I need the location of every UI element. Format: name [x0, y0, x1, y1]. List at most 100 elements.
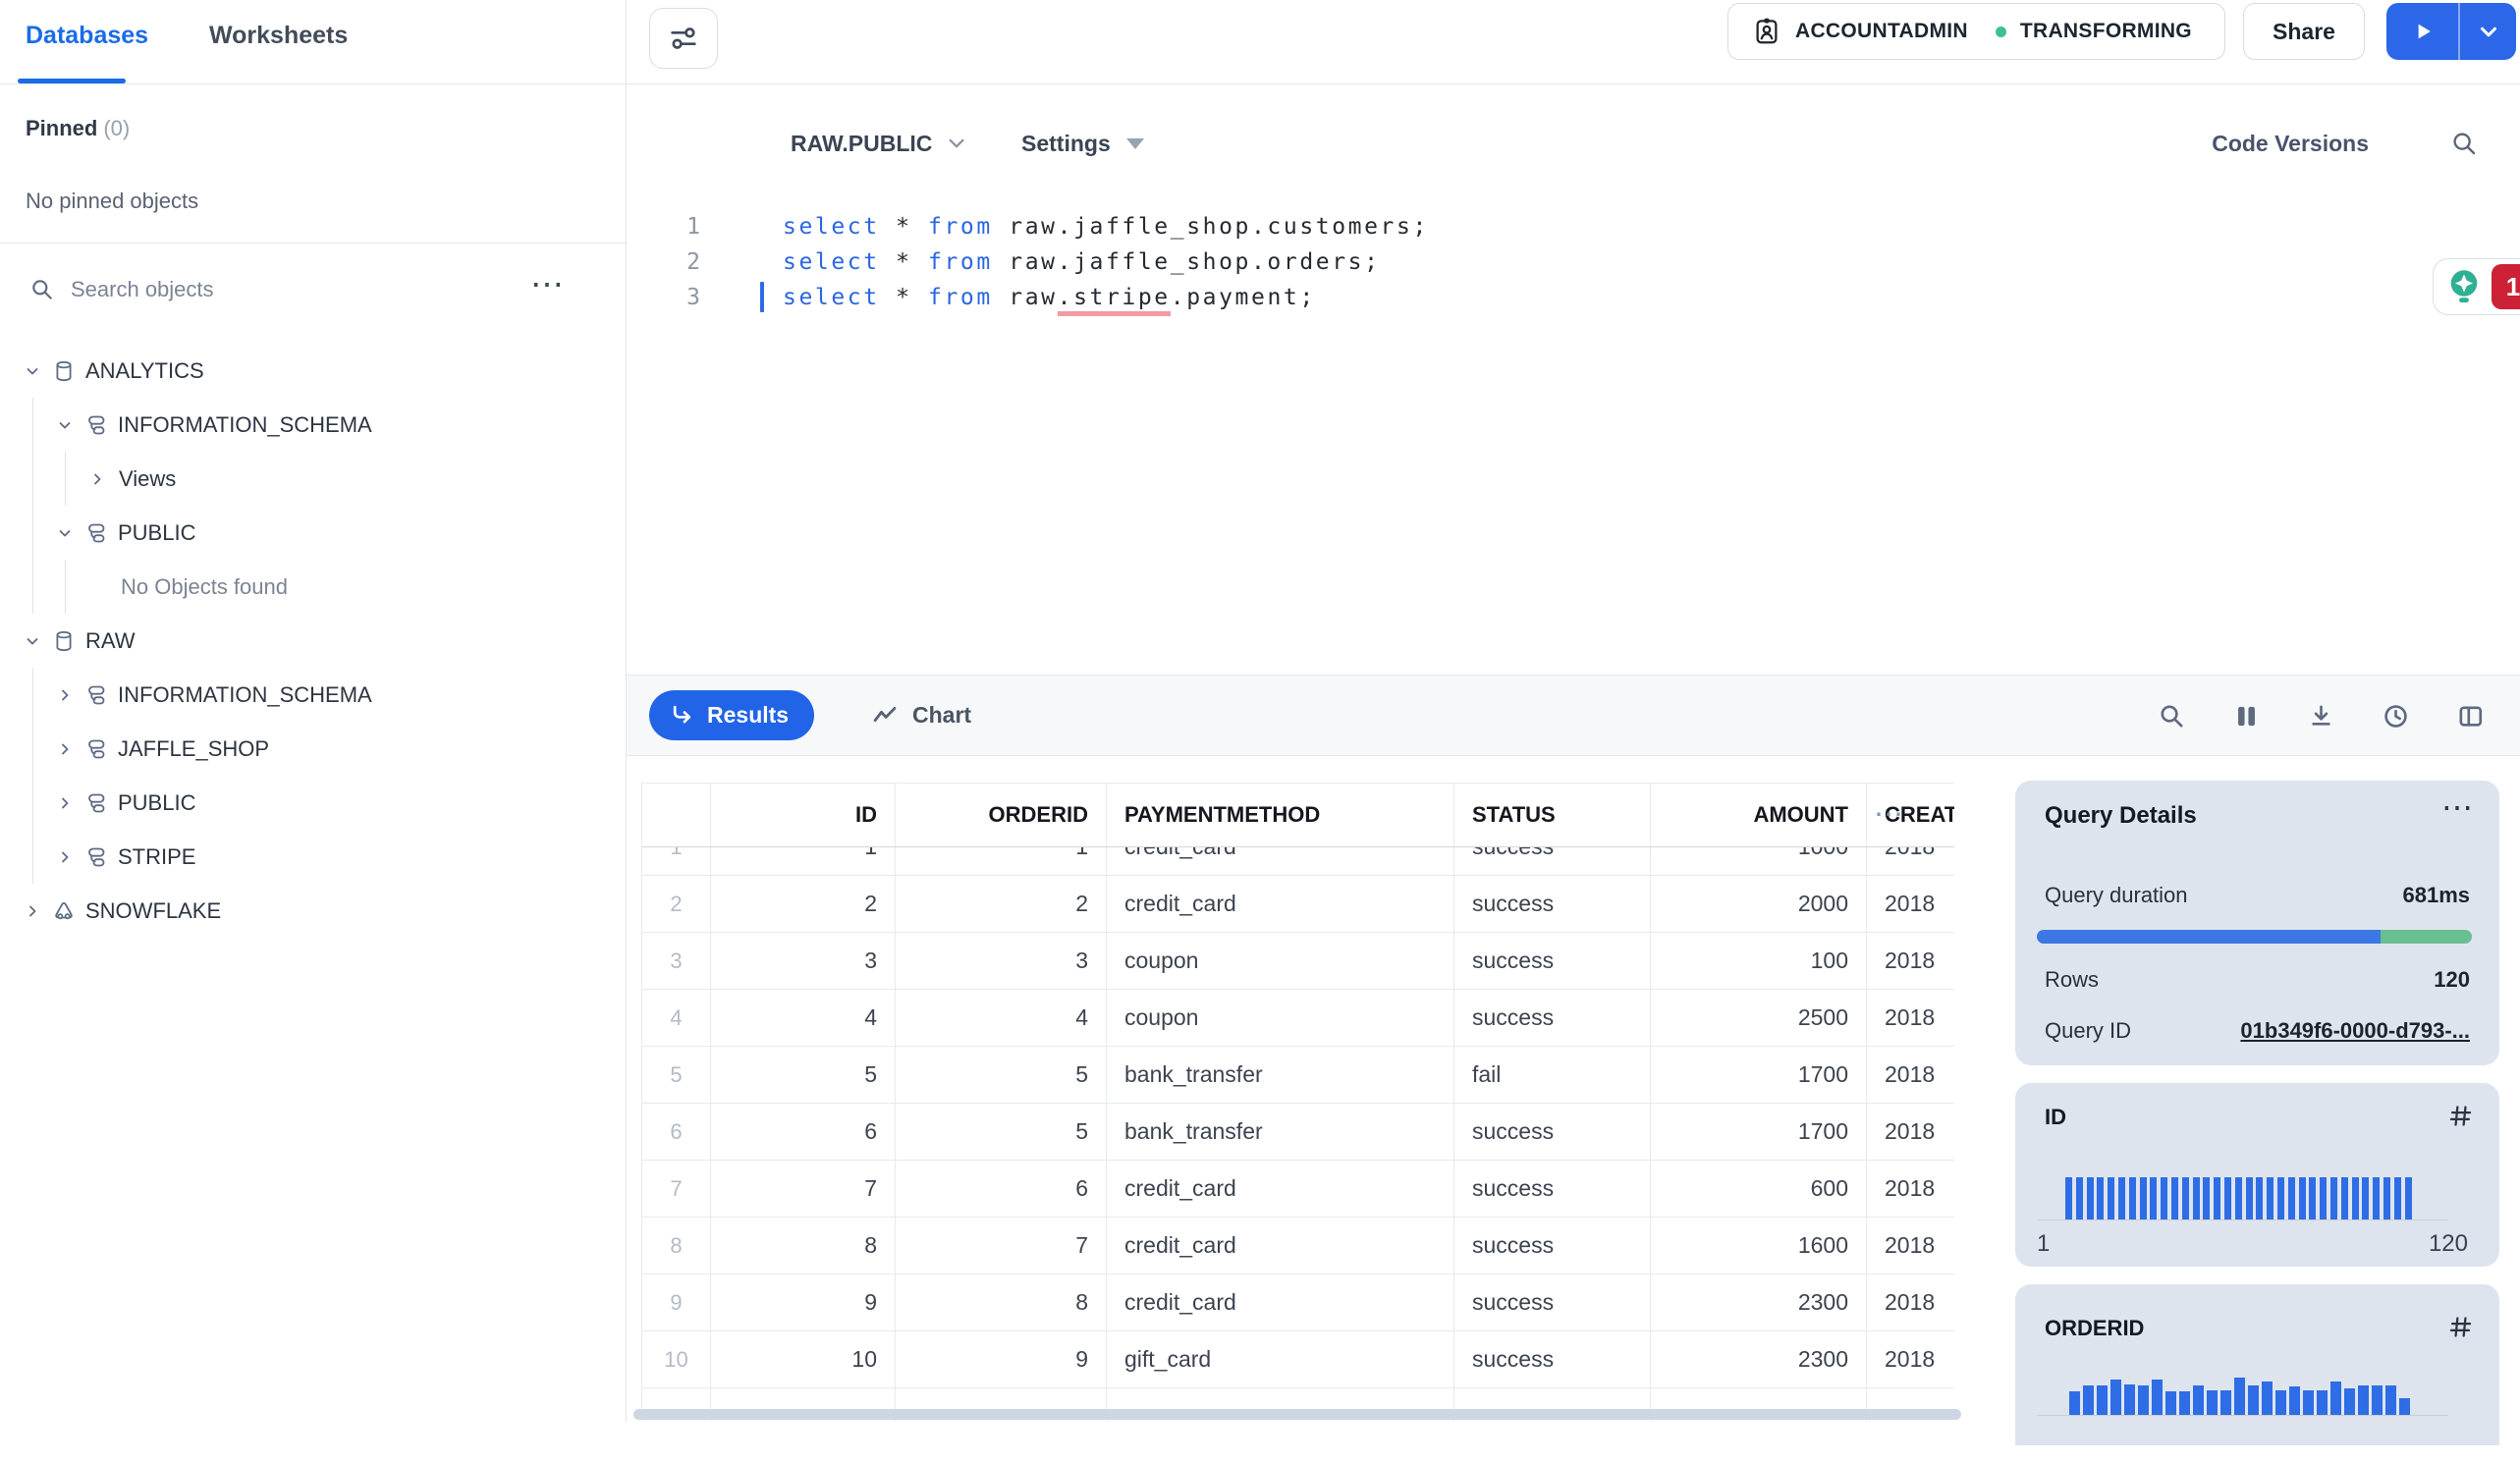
tree-item-views[interactable]: Views — [0, 452, 626, 506]
tree-item-snowflake[interactable]: SNOWFLAKE — [0, 884, 626, 938]
tree-item-information-schema[interactable]: INFORMATION_SCHEMA — [0, 398, 626, 452]
table-cell: bank_transfer — [1107, 1104, 1454, 1160]
code-line-2[interactable]: 2 select * from raw.jaffle_shop.orders; — [626, 244, 2520, 280]
histogram-bar — [2289, 1386, 2300, 1415]
split-panel-icon[interactable] — [2456, 702, 2485, 731]
chevron-right-icon[interactable] — [57, 795, 73, 811]
row-number-cell: 9 — [642, 1274, 711, 1330]
chevron-down-icon[interactable] — [25, 363, 40, 379]
table-cell: 2018 — [1867, 990, 1954, 1046]
horizontal-scrollbar[interactable] — [633, 1409, 1961, 1420]
editor-search-icon[interactable] — [2449, 129, 2479, 158]
numeric-column-icon[interactable] — [2447, 1314, 2474, 1340]
table-row[interactable]: 2 2 2 credit_card success 2000 2018 — [642, 876, 1954, 933]
tree-item-jaffle-shop[interactable]: JAFFLE_SHOP — [0, 722, 626, 776]
tab-results[interactable]: Results — [649, 690, 815, 740]
table-row[interactable]: 5 5 5 bank_transfer fail 1700 2018 — [642, 1047, 1954, 1104]
tab-databases[interactable]: Databases — [26, 22, 148, 50]
query-id-link[interactable]: 01b349f6-0000-d793-... — [2240, 1018, 2470, 1044]
histogram-bar — [2320, 1177, 2328, 1219]
more-options-icon[interactable]: ⋯ — [530, 265, 565, 304]
table-cell: 4 — [896, 990, 1107, 1046]
chevron-right-icon[interactable] — [57, 687, 73, 703]
orderid-histogram[interactable] — [2069, 1378, 2410, 1415]
table-cell: 1 — [896, 847, 1107, 875]
table-row[interactable]: 111credit_cardsuccess10002018 — [642, 847, 1954, 876]
results-table: ⋯ ID ORDERID PAYMENTMETHOD STATUS AMOUNT CREA… — [641, 783, 1954, 1422]
chevron-right-icon[interactable] — [57, 741, 73, 757]
table-cell: 1700 — [1651, 1104, 1867, 1160]
sql-text: raw — [992, 285, 1058, 310]
run-button[interactable] — [2386, 3, 2458, 60]
session-context-button[interactable]: ACCOUNTADMIN TRANSFORMING — [1727, 3, 2225, 60]
tab-chart[interactable]: Chart — [871, 690, 971, 740]
histogram-bar — [2083, 1385, 2094, 1415]
chevron-down-icon[interactable] — [25, 633, 40, 649]
columns-icon[interactable] — [2232, 702, 2261, 731]
table-cell: 1 — [711, 847, 896, 875]
tree-item-information-schema[interactable]: INFORMATION_SCHEMA — [0, 668, 626, 722]
editor-settings-menu[interactable]: Settings — [1021, 116, 1144, 171]
history-clock-icon[interactable] — [2382, 702, 2410, 731]
tab-worksheets[interactable]: Worksheets — [209, 22, 348, 50]
table-cell: 2300 — [1651, 1274, 1867, 1330]
sql-keyword: from — [928, 214, 993, 240]
column-options-icon[interactable]: ⋯ — [1874, 797, 1903, 832]
query-details-title: Query Details — [2045, 802, 2197, 829]
table-row[interactable]: 6 6 5 bank_transfer success 1700 2018 — [642, 1104, 1954, 1161]
histogram-bar — [2404, 1177, 2412, 1219]
object-search[interactable]: Search objects ⋯ — [0, 263, 626, 317]
column-header-status[interactable]: STATUS — [1454, 784, 1651, 846]
sidebar-tabs: Databases Worksheets — [0, 0, 626, 83]
histogram-bar — [2150, 1177, 2158, 1219]
column-header-orderid[interactable]: ORDERID — [896, 784, 1107, 846]
table-row[interactable]: 7 7 6 credit_card success 600 2018 — [642, 1161, 1954, 1218]
share-button[interactable]: Share — [2243, 3, 2365, 60]
table-row[interactable]: 9 9 8 credit_card success 2300 2018 — [642, 1274, 1954, 1331]
search-results-icon[interactable] — [2158, 702, 2186, 731]
chevron-down-icon[interactable] — [57, 417, 73, 433]
tree-item-analytics[interactable]: ANALYTICS — [0, 344, 626, 398]
code-versions-button[interactable]: Code Versions — [2212, 116, 2369, 171]
line-number: 3 — [686, 285, 700, 310]
run-options-button[interactable] — [2460, 3, 2516, 60]
chevron-right-icon[interactable] — [89, 471, 105, 487]
tree-item-public[interactable]: PUBLIC — [0, 506, 626, 560]
id-histogram[interactable] — [2065, 1177, 2412, 1219]
line-number: 2 — [686, 249, 700, 275]
column-header-id[interactable]: ID — [711, 784, 896, 846]
column-header-amount[interactable]: AMOUNT — [1651, 784, 1867, 846]
code-line-3[interactable]: 3 select * from raw.stripe.payment; — [626, 280, 2520, 316]
play-icon — [2410, 19, 2436, 44]
database-context-selector[interactable]: RAW.PUBLIC — [791, 116, 967, 171]
rows-value: 120 — [2434, 967, 2470, 992]
error-count-badge: 1 — [2492, 264, 2520, 309]
table-cell: credit_card — [1107, 1161, 1454, 1217]
code-area[interactable]: 1 select * from raw.jaffle_shop.customers… — [626, 209, 2520, 316]
table-row[interactable]: 3 3 3 coupon success 100 2018 — [642, 933, 1954, 990]
chevron-right-icon[interactable] — [25, 903, 40, 919]
tree-item-stripe[interactable]: STRIPE — [0, 830, 626, 884]
histogram-bar — [2234, 1177, 2242, 1219]
numeric-column-icon[interactable] — [2447, 1103, 2474, 1129]
worksheet-config-button[interactable] — [649, 8, 718, 69]
chevron-right-icon[interactable] — [57, 849, 73, 865]
column-header-paymentmethod[interactable]: PAYMENTMETHOD — [1107, 784, 1454, 846]
query-details-panel: Query Details ⋯ Query duration 681ms Row… — [2015, 781, 2499, 1463]
table-row[interactable]: 8 8 7 credit_card success 1600 2018 — [642, 1218, 1954, 1274]
query-details-menu-icon[interactable]: ⋯ — [2441, 788, 2473, 826]
download-icon[interactable] — [2307, 702, 2335, 731]
chevron-down-icon[interactable] — [57, 525, 73, 541]
table-cell: gift_card — [1107, 1331, 1454, 1387]
histogram-bar — [2075, 1177, 2083, 1219]
histogram-bar — [2385, 1385, 2396, 1415]
code-line-1[interactable]: 1 select * from raw.jaffle_shop.customers… — [626, 209, 2520, 244]
table-row[interactable]: 4 4 4 coupon success 2500 2018 — [642, 990, 1954, 1047]
suggestions-pill[interactable]: 1 — [2433, 258, 2520, 315]
table-cell: 9 — [711, 1274, 896, 1330]
schema-icon — [84, 845, 108, 869]
tree-item-public[interactable]: PUBLIC — [0, 776, 626, 830]
table-cell: credit_card — [1107, 1218, 1454, 1273]
table-row[interactable]: 10 10 9 gift_card success 2300 2018 — [642, 1331, 1954, 1388]
tree-item-raw[interactable]: RAW — [0, 614, 626, 668]
